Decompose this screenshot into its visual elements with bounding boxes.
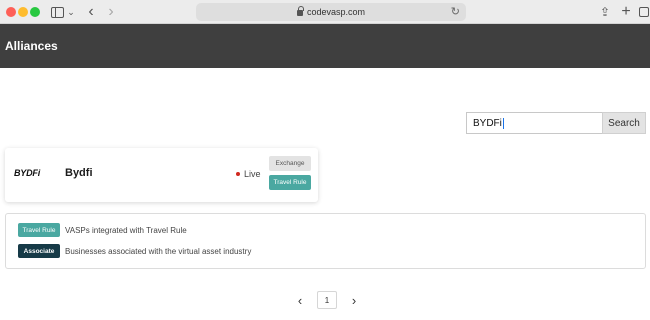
lock-icon <box>296 6 304 16</box>
plus-icon[interactable]: + <box>619 3 633 21</box>
member-card[interactable]: BYDFi Bydfi Live Exchange Travel Rule <box>5 148 318 202</box>
status-label: Live <box>244 169 261 179</box>
share-icon[interactable]: ⇪ <box>598 3 612 21</box>
chevron-down-icon[interactable]: ⌄ <box>66 3 76 21</box>
search-input[interactable]: BYDFi <box>466 112 602 134</box>
maximize-window-icon[interactable] <box>30 7 40 17</box>
page-number-button[interactable]: 1 <box>317 291 337 309</box>
minimize-window-icon[interactable] <box>18 7 28 17</box>
close-window-icon[interactable] <box>6 7 16 17</box>
forward-arrow-icon[interactable]: › <box>104 3 118 21</box>
member-logo: BYDFi <box>14 168 41 178</box>
browser-toolbar: ⌄ ‹ › codevasp.com ↻ ⇪ + <box>0 0 650 24</box>
tabs-icon[interactable] <box>638 3 650 21</box>
back-arrow-icon[interactable]: ‹ <box>84 3 98 21</box>
page-title: Alliances <box>5 39 58 53</box>
url-text: codevasp.com <box>306 7 366 17</box>
reload-icon[interactable]: ↻ <box>451 5 460 18</box>
legend-description: VASPs integrated with Travel Rule <box>65 225 187 235</box>
text-caret <box>502 117 504 129</box>
legend-badge-travel-rule: Travel Rule <box>18 223 60 237</box>
address-bar[interactable]: codevasp.com ↻ <box>196 3 466 21</box>
next-page-button[interactable]: › <box>344 293 364 308</box>
pagination: ‹ 1 › <box>290 291 364 309</box>
search-input-value: BYDFi <box>473 117 502 129</box>
legend: Travel Rule VASPs integrated with Travel… <box>5 213 646 269</box>
tag-travel-rule: Travel Rule <box>269 175 311 190</box>
legend-item: Associate Businesses associated with the… <box>18 244 251 258</box>
legend-item: Travel Rule VASPs integrated with Travel… <box>18 223 187 237</box>
legend-badge-associate: Associate <box>18 244 60 258</box>
status-badge: Live <box>236 169 261 179</box>
live-dot-icon <box>236 172 240 176</box>
member-name[interactable]: Bydfi <box>65 167 93 179</box>
tag-exchange: Exchange <box>269 156 311 171</box>
legend-description: Businesses associated with the virtual a… <box>65 246 252 256</box>
prev-page-button[interactable]: ‹ <box>290 293 310 308</box>
search-button[interactable]: Search <box>602 112 646 134</box>
app-header: Alliances <box>0 24 650 68</box>
sidebar-icon[interactable] <box>50 3 64 21</box>
